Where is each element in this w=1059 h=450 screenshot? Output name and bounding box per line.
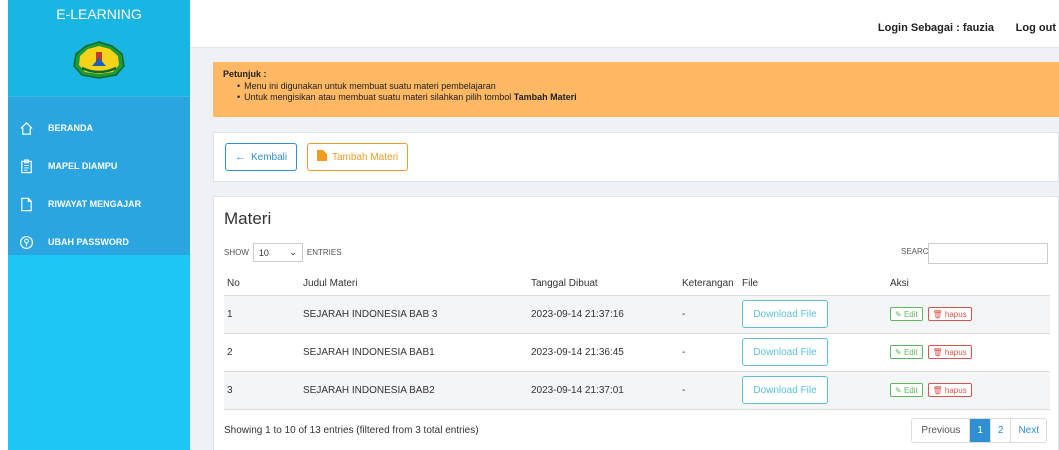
alert-title: Petunjuk :	[223, 69, 267, 79]
key-icon	[18, 234, 34, 250]
sidebar-item-label: MAPEL DIAMPU	[48, 161, 118, 171]
delete-label: hapus	[944, 347, 967, 357]
logout-link[interactable]: Log out	[1016, 22, 1056, 34]
delete-button[interactable]: 🗑 hapus	[927, 383, 972, 397]
table-row: 2 SEJARAH INDONESIA BAB1 2023-09-14 21:3…	[224, 333, 1050, 372]
chevron-down-icon: ⌄	[289, 247, 297, 257]
cell-keterangan: -	[679, 371, 739, 410]
trash-icon: 🗑	[932, 309, 945, 319]
alert-line: Untuk mengisikan atau membuat suatu mate…	[237, 92, 1049, 103]
add-material-label: Tambah Materi	[332, 151, 399, 163]
entries-label: ENTRIES	[306, 248, 342, 257]
download-file-button[interactable]: Download File	[742, 338, 828, 366]
cell-no: 2	[224, 333, 300, 372]
edit-icon: ✎	[895, 385, 904, 395]
trash-icon: 🗑	[932, 347, 945, 357]
page-button-2[interactable]: 2	[991, 419, 1012, 442]
edit-button[interactable]: ✎ Edit	[890, 345, 923, 359]
cell-keterangan: -	[679, 333, 739, 372]
cell-tanggal: 2023-09-14 21:36:45	[528, 333, 679, 372]
sidebar-item-label: BERANDA	[48, 123, 93, 133]
back-button-label: Kembali	[251, 151, 288, 163]
sidebar-item-riwayat-mengajar[interactable]: RIWAYAT MENGAJAR	[8, 185, 190, 223]
panel-title: Materi	[224, 209, 272, 228]
cell-tanggal: 2023-09-14 21:37:16	[528, 295, 679, 334]
entries-value: 10	[258, 247, 269, 258]
alert-line-bold: Tambah Materi	[513, 92, 577, 102]
page-button-1[interactable]: 1	[970, 419, 991, 442]
search-input[interactable]	[928, 243, 1048, 264]
edit-icon: ✎	[895, 347, 904, 357]
delete-label: hapus	[944, 309, 967, 319]
back-button[interactable]: ← Kembali	[225, 143, 298, 171]
file-icon	[317, 150, 327, 164]
edit-icon: ✎	[895, 309, 904, 319]
sidebar-item-mapel-diampu[interactable]: MAPEL DIAMPU	[8, 147, 190, 185]
delete-button[interactable]: 🗑 hapus	[927, 307, 972, 321]
login-status: Login Sebagai : fauzia	[877, 22, 994, 34]
show-entries: SHOW 10 ⌄ ENTRIES	[224, 243, 342, 262]
alert-line-text: Untuk mengisikan atau membuat suatu mate…	[244, 92, 514, 102]
cell-keterangan: -	[679, 295, 739, 334]
cell-tanggal: 2023-09-14 21:37:01	[528, 371, 679, 410]
edit-label: Edit	[903, 309, 918, 319]
school-logo	[8, 24, 190, 97]
brand-title: E-LEARNING	[8, 0, 190, 24]
table-header-row: No Judul Materi Tanggal Dibuat Keteranga…	[224, 272, 1050, 296]
instruction-alert: Petunjuk : Menu ini digunakan untuk memb…	[213, 62, 1059, 117]
sidebar-menu: BERANDA MAPEL DIAMPU RIWAYAT MENGAJAR UB…	[8, 97, 190, 255]
arrow-left-icon: ←	[235, 151, 246, 163]
column-header[interactable]: Judul Materi	[300, 272, 528, 296]
column-header[interactable]: Keterangan	[679, 272, 739, 296]
alert-line: Menu ini digunakan untuk membuat suatu m…	[237, 81, 1049, 92]
cell-aksi: ✎ Edit 🗑 hapus	[887, 371, 1050, 410]
next-page-button[interactable]: Next	[1011, 419, 1046, 442]
column-header[interactable]: No	[224, 272, 300, 296]
edit-button[interactable]: ✎ Edit	[890, 383, 923, 397]
home-icon	[18, 120, 34, 136]
delete-button[interactable]: 🗑 hapus	[927, 345, 972, 359]
sidebar-item-label: UBAH PASSWORD	[48, 237, 129, 247]
show-label: SHOW	[224, 248, 249, 257]
sidebar-item-beranda[interactable]: BERANDA	[8, 109, 190, 147]
materials-table: No Judul Materi Tanggal Dibuat Keteranga…	[224, 272, 1050, 410]
cell-aksi: ✎ Edit 🗑 hapus	[887, 295, 1050, 334]
cell-judul: SEJARAH INDONESIA BAB1	[300, 333, 528, 372]
table-row: 1 SEJARAH INDONESIA BAB 3 2023-09-14 21:…	[224, 295, 1050, 334]
alert-line-text: Menu ini digunakan untuk membuat suatu m…	[244, 81, 496, 91]
cell-judul: SEJARAH INDONESIA BAB2	[300, 371, 528, 410]
edit-label: Edit	[903, 385, 918, 395]
file-icon	[18, 196, 34, 212]
table-row: 3 SEJARAH INDONESIA BAB2 2023-09-14 21:3…	[224, 371, 1050, 410]
cell-file: Download File	[739, 371, 887, 410]
download-file-button[interactable]: Download File	[742, 376, 828, 404]
entries-select[interactable]: 10 ⌄	[252, 243, 303, 262]
cell-file: Download File	[739, 295, 887, 334]
pagination: Previous 1 2 Next	[911, 418, 1047, 443]
sidebar: E-LEARNING BERANDA MAPEL DIAMPU RIWAYAT …	[8, 0, 190, 450]
add-material-button[interactable]: Tambah Materi	[307, 143, 409, 171]
column-header[interactable]: File	[739, 272, 887, 296]
trash-icon: 🗑	[932, 385, 945, 395]
sidebar-item-label: RIWAYAT MENGAJAR	[48, 199, 142, 209]
cell-file: Download File	[739, 333, 887, 372]
cell-judul: SEJARAH INDONESIA BAB 3	[300, 295, 528, 334]
main-content: Petunjuk : Menu ini digunakan untuk memb…	[190, 48, 1059, 450]
edit-label: Edit	[903, 347, 918, 357]
cell-aksi: ✎ Edit 🗑 hapus	[887, 333, 1050, 372]
table-info: Showing 1 to 10 of 13 entries (filtered …	[224, 425, 479, 436]
delete-label: hapus	[944, 385, 967, 395]
sidebar-item-ubah-password[interactable]: UBAH PASSWORD	[8, 223, 190, 261]
previous-page-button[interactable]: Previous	[912, 419, 971, 442]
top-bar: Login Sebagai : fauzia Log out	[190, 0, 1059, 48]
download-file-button[interactable]: Download File	[742, 300, 828, 328]
column-header[interactable]: Tanggal Dibuat	[528, 272, 679, 296]
clipboard-icon	[18, 158, 34, 174]
column-header[interactable]: Aksi	[887, 272, 1050, 296]
materials-panel: Materi SHOW 10 ⌄ ENTRIES SEARCH: No Judu…	[213, 196, 1059, 450]
edit-button[interactable]: ✎ Edit	[890, 307, 923, 321]
cell-no: 3	[224, 371, 300, 410]
cell-no: 1	[224, 295, 300, 334]
action-panel: ← Kembali Tambah Materi	[213, 132, 1059, 182]
